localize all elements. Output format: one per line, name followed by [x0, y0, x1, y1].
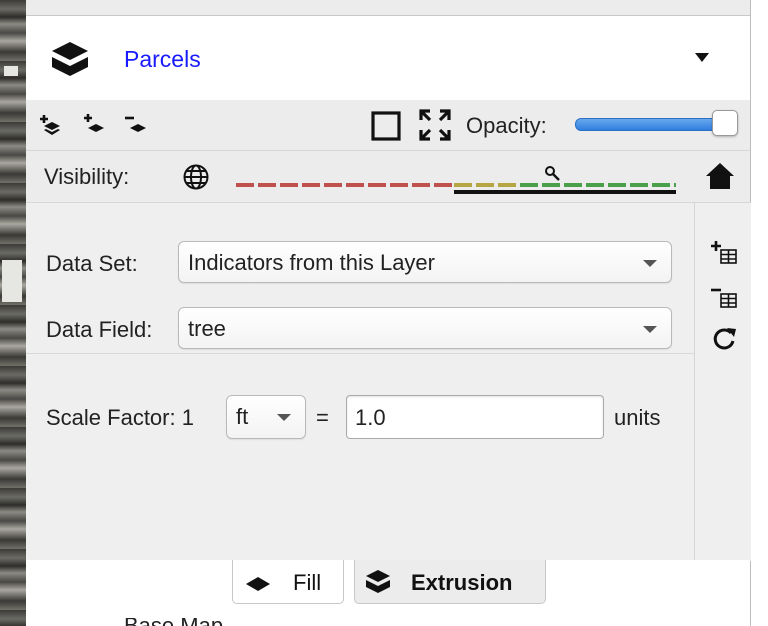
layer-name-link[interactable]: Parcels [124, 46, 201, 73]
opacity-slider-thumb[interactable] [712, 110, 738, 136]
zoom-marker-icon [545, 166, 560, 181]
scale-factor-label: Scale Factor: 1 [46, 405, 194, 430]
globe-icon[interactable] [182, 163, 210, 191]
fullscreen-icon[interactable] [418, 108, 452, 142]
tab-fill[interactable]: Fill [232, 560, 344, 604]
data-set-value: Indicators from this Layer [188, 250, 435, 275]
scale-value-input[interactable] [353, 404, 587, 432]
add-layer-above-icon[interactable] [38, 112, 64, 138]
window-top-edge [26, 0, 750, 16]
visibility-row: Visibility: [26, 150, 750, 202]
square-outline-icon[interactable] [370, 110, 402, 142]
map-building [2, 260, 22, 302]
add-layer-below-icon[interactable] [80, 112, 106, 138]
unit-select[interactable]: ft [226, 395, 306, 439]
remove-field-icon[interactable] [709, 283, 739, 311]
layer-menu-caret-icon[interactable] [695, 53, 709, 62]
layer-header: Parcels [26, 16, 750, 100]
opacity-slider[interactable] [575, 118, 729, 131]
units-label: units [614, 405, 661, 430]
visibility-scale-bar[interactable] [236, 181, 676, 189]
style-tabs: Fill Extrusion Base Map [26, 560, 750, 626]
field-actions-column [694, 202, 751, 561]
divider [26, 353, 694, 354]
home-icon[interactable] [704, 161, 736, 191]
chevron-down-icon [643, 326, 657, 333]
scrollbar-area[interactable] [750, 0, 768, 626]
chevron-down-icon [643, 260, 657, 267]
layers-icon [366, 570, 390, 593]
remove-layer-icon[interactable] [122, 112, 148, 138]
layers-icon [52, 42, 88, 76]
chevron-down-icon [277, 414, 291, 421]
tab-extrusion[interactable]: Extrusion [354, 560, 546, 604]
map-background-strip [0, 0, 27, 626]
layer-panel: Parcels Opacity: Visibility: Data Set: I… [26, 16, 751, 626]
equals-sign: = [316, 405, 329, 430]
data-set-select[interactable]: Indicators from this Layer [178, 241, 672, 283]
visibility-label: Visibility: [44, 164, 130, 189]
layer-toolbar: Opacity: [26, 100, 750, 150]
data-field-select[interactable]: tree [178, 307, 672, 349]
next-layer-name[interactable]: Base Map [124, 618, 223, 626]
unit-value: ft [236, 404, 249, 429]
refresh-icon[interactable] [709, 325, 739, 353]
map-building [4, 66, 18, 76]
form-area: Data Set: Indicators from this Layer Dat… [26, 202, 694, 561]
scale-value-field[interactable] [346, 395, 604, 439]
tab-extrusion-label: Extrusion [411, 570, 513, 595]
tab-fill-label: Fill [293, 570, 322, 595]
fill-diamond-icon [246, 577, 270, 591]
add-field-icon[interactable] [709, 239, 739, 267]
visibility-range-line [454, 190, 676, 194]
data-set-label: Data Set: [46, 251, 138, 276]
data-field-label: Data Field: [46, 317, 153, 342]
opacity-label: Opacity: [466, 113, 547, 138]
data-field-value: tree [188, 316, 226, 341]
